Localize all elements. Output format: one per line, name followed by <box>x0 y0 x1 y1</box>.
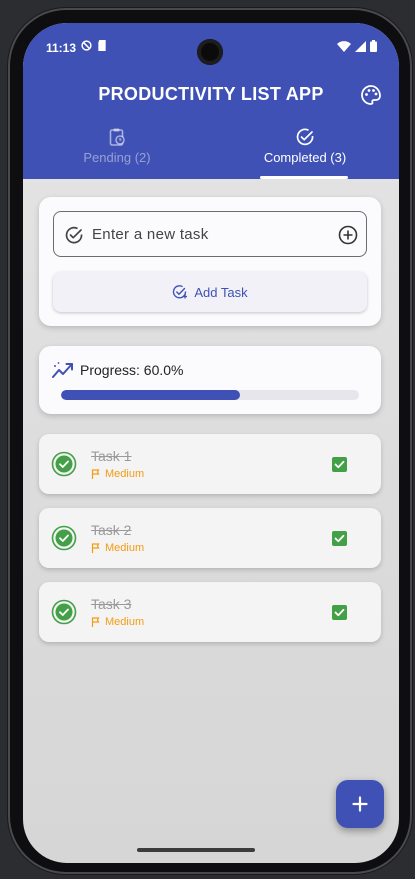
status-bar: 11:13 <box>23 23 399 71</box>
tab-pending-label: Pending (2) <box>83 150 151 165</box>
task-item[interactable]: Task 3 Medium <box>39 582 381 642</box>
add-task-fab[interactable] <box>336 780 384 828</box>
task-item[interactable]: Task 1 Medium <box>39 434 381 494</box>
add-circle-icon[interactable] <box>337 224 359 246</box>
task-priority: Medium <box>91 468 144 480</box>
task-input-field[interactable] <box>53 211 367 257</box>
signal-icon <box>355 40 366 52</box>
wifi-icon <box>337 40 351 52</box>
task-name: Task 1 <box>91 448 132 464</box>
do-not-disturb-icon <box>81 40 92 51</box>
check-circle-outline-icon <box>65 226 83 244</box>
task-name: Task 3 <box>91 596 132 612</box>
progress-label: Progress: 60.0% <box>80 362 184 378</box>
checkmark-icon <box>334 534 345 543</box>
task-done-checkbox[interactable] <box>332 605 347 620</box>
palette-icon <box>361 85 381 105</box>
trending-up-icon <box>52 362 73 378</box>
task-priority-label: Medium <box>105 468 145 480</box>
progress-card: Progress: 60.0% <box>39 346 381 414</box>
app-header: 11:13 PRODUCTIVITY LIST APP Pending (2) … <box>23 23 399 179</box>
tab-indicator <box>260 176 348 179</box>
task-priority-label: Medium <box>105 542 145 554</box>
sd-card-icon <box>98 40 106 51</box>
tab-completed-label: Completed (3) <box>263 150 347 165</box>
task-item[interactable]: Task 2 Medium <box>39 508 381 568</box>
completed-check-icon <box>51 525 77 551</box>
flag-icon <box>91 469 100 479</box>
front-camera <box>197 39 223 65</box>
flag-icon <box>91 617 100 627</box>
task-done-checkbox[interactable] <box>332 531 347 546</box>
plus-icon <box>352 796 368 812</box>
checkmark-icon <box>334 608 345 617</box>
new-task-card: Add Task <box>39 197 381 326</box>
task-priority-label: Medium <box>105 616 145 628</box>
add-task-label: Add Task <box>194 284 248 300</box>
task-name: Task 2 <box>91 522 132 538</box>
progress-bar-fill <box>61 390 240 400</box>
task-priority: Medium <box>91 616 144 628</box>
completed-check-icon <box>51 599 77 625</box>
task-priority: Medium <box>91 542 144 554</box>
check-circle-icon <box>296 128 314 146</box>
check-add-icon <box>173 285 188 299</box>
battery-icon <box>370 40 377 52</box>
flag-icon <box>91 543 100 553</box>
app-title: PRODUCTIVITY LIST APP <box>98 84 324 104</box>
tab-pending[interactable]: Pending (2) <box>23 127 211 179</box>
clipboard-clock-icon <box>109 128 125 146</box>
checkmark-icon <box>334 460 345 469</box>
task-done-checkbox[interactable] <box>332 457 347 472</box>
new-task-input[interactable] <box>92 212 332 256</box>
gesture-nav-handle[interactable] <box>137 848 255 852</box>
tab-completed[interactable]: Completed (3) <box>211 127 399 179</box>
completed-check-icon <box>51 451 77 477</box>
add-task-button[interactable]: Add Task <box>53 272 367 312</box>
task-list: Task 1 Medium Task 2 Medium Task 3 Mediu… <box>39 434 381 656</box>
status-time: 11:13 <box>46 41 77 55</box>
progress-bar <box>61 390 359 400</box>
theme-palette-button[interactable] <box>359 83 383 107</box>
app-screen: 11:13 PRODUCTIVITY LIST APP Pending (2) … <box>23 23 399 863</box>
